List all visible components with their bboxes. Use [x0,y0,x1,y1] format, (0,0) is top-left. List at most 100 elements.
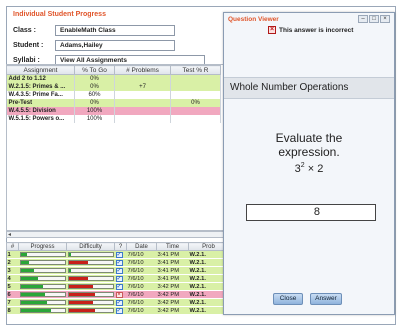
date-cell: 7/6/10 [126,266,157,275]
num-column-header[interactable]: # [6,242,19,251]
problem-row[interactable]: 5 ✓ 7/6/10 3:42 PM W.2.1. [6,282,229,291]
togo-column-header[interactable]: % To Go [74,65,115,75]
problem-number: 6 [7,291,11,298]
difficulty-cell [66,298,115,307]
window-title: Individual Student Progress [13,11,106,18]
problem-num-cell: 3 [6,266,19,275]
class-label: Class : [13,26,36,34]
class-row: Class : EnableMath Class [13,24,175,36]
question-text: Evaluate the expression. [224,131,394,159]
maximize-icon[interactable]: □ [369,15,379,23]
progress-cell [18,274,67,283]
status-cell: ✓ [114,250,127,259]
problem-number: 5 [7,283,11,290]
test-cell: 0% [170,98,221,107]
difficulty-bar [67,292,114,297]
progress-cell [18,258,67,267]
horizontal-scrollbar[interactable]: ◂ [6,231,224,238]
assignment-row[interactable]: W.4.3.5: Prime Fa... 60% [6,90,221,99]
difficulty-fill [68,261,89,264]
assignments-table: Assignment % To Go # Problems Test % R A… [6,65,221,123]
correct-check-icon[interactable]: ✓ [115,267,123,274]
problems-cell [114,106,171,115]
test-column-header[interactable]: Test % R [170,65,221,75]
assignment-row[interactable]: Add 2 to 1.12 0% [6,74,221,83]
difficulty-fill [68,285,93,288]
difficulty-fill [68,277,89,280]
close-button[interactable]: Close [273,293,303,305]
progress-column-header[interactable]: Progress [18,242,67,251]
correct-check-icon[interactable]: ✓ [115,299,123,306]
difficulty-fill [68,293,95,296]
progress-bar [19,308,66,313]
problem-row[interactable]: 4 ✓ 7/6/10 3:41 PM W.2.1. [6,274,229,283]
problem-row[interactable]: 6 × 7/6/10 3:42 PM W.2.1. [6,290,229,299]
difficulty-cell [66,282,115,291]
correct-check-icon[interactable]: ✓ [115,283,123,290]
date-cell: 7/6/10 [126,290,157,299]
question-viewer-dialog: Question Viewer – □ × × This answer is i… [223,12,395,315]
problem-number: 8 [7,307,11,314]
correct-check-icon[interactable]: ✓ [115,251,123,258]
problem-row[interactable]: 1 ✓ 7/6/10 3:41 PM W.2.1. [6,250,229,259]
answer-input[interactable]: 8 [246,204,376,221]
incorrect-x-icon: × [268,26,276,34]
problems-column-header[interactable]: # Problems [114,65,171,75]
status-column-header[interactable]: ? [114,242,127,251]
togo-cell: 0% [74,98,115,107]
assignment-row[interactable]: Pre-Test 0% 0% [6,98,221,107]
progress-fill [20,301,47,304]
date-cell: 7/6/10 [126,282,157,291]
problems-cell [114,114,171,123]
time-column-header[interactable]: Time [156,242,189,251]
status-cell: ✓ [114,266,127,275]
status-cell: ✓ [114,274,127,283]
correct-check-icon[interactable]: ✓ [115,307,123,314]
status-cell: × [114,290,127,299]
dialog-title: Question Viewer [228,16,279,23]
difficulty-column-header[interactable]: Difficulty [66,242,115,251]
difficulty-cell [66,258,115,267]
assignment-row[interactable]: W.5.1.5: Powers o... 100% [6,114,221,123]
difficulty-bar [67,252,114,257]
test-cell [170,106,221,115]
assignment-row[interactable]: W.2.1.5: Primes & ... 0% +7 [6,82,221,91]
problem-row[interactable]: 8 ✓ 7/6/10 3:42 PM W.2.1. [6,306,229,315]
test-cell [170,114,221,123]
problem-number: 3 [7,267,11,274]
problem-row[interactable]: 2 ✓ 7/6/10 3:41 PM W.2.1. [6,258,229,267]
time-cell: 3:42 PM [156,306,189,315]
progress-bar [19,292,66,297]
scroll-left-icon[interactable]: ◂ [8,231,11,238]
problem-row[interactable]: 3 ✓ 7/6/10 3:41 PM W.2.1. [6,266,229,275]
problems-cell [114,74,171,83]
progress-fill [20,309,52,312]
assignment-column-header[interactable]: Assignment [6,65,75,75]
date-column-header[interactable]: Date [126,242,157,251]
togo-cell: 0% [74,74,115,83]
incorrect-icon[interactable]: × [115,291,123,298]
time-cell: 3:41 PM [156,266,189,275]
student-select[interactable]: Adams,Hailey [55,39,175,51]
problem-num-cell: 2 [6,258,19,267]
correct-check-icon[interactable]: ✓ [115,275,123,282]
minimize-icon[interactable]: – [358,15,368,23]
assignment-name-cell: W.2.1.5: Primes & ... [6,82,75,91]
assignment-row[interactable]: W.4.5.5: Division 100% [6,106,221,115]
close-icon[interactable]: × [380,15,390,23]
difficulty-fill [68,253,71,256]
togo-cell: 100% [74,106,115,115]
progress-bar [19,300,66,305]
time-cell: 3:42 PM [156,282,189,291]
answer-button[interactable]: Answer [310,293,342,305]
correct-check-icon[interactable]: ✓ [115,259,123,266]
class-select[interactable]: EnableMath Class [55,24,175,36]
dialog-window-controls: – □ × [358,15,390,23]
difficulty-cell [66,306,115,315]
difficulty-cell [66,250,115,259]
assignment-name-cell: W.5.1.5: Powers o... [6,114,75,123]
progress-cell [18,306,67,315]
progress-fill [20,285,43,288]
problem-row[interactable]: 7 ✓ 7/6/10 3:42 PM W.2.1. [6,298,229,307]
problem-num-cell: 7 [6,298,19,307]
